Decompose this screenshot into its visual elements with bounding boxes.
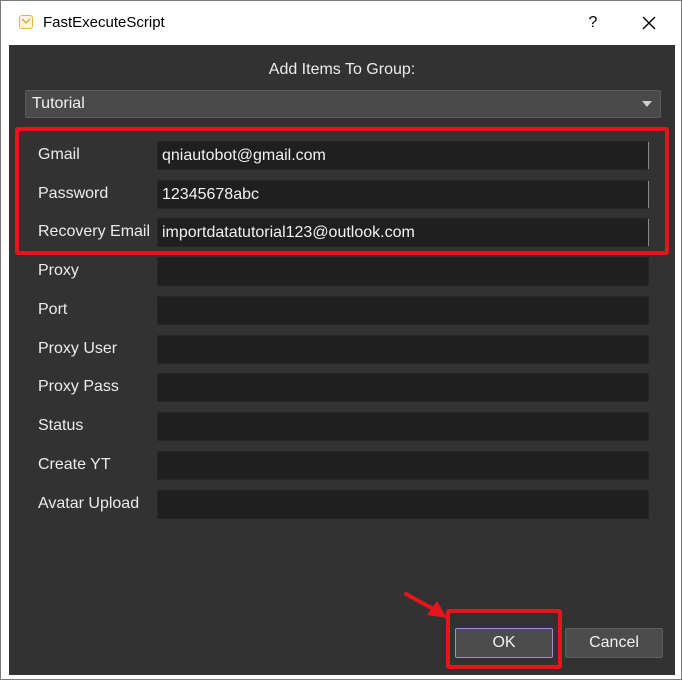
group-select-value: Tutorial (32, 95, 85, 112)
avatar-upload-label: Avatar Upload (38, 495, 140, 512)
group-select[interactable]: Tutorial (25, 90, 661, 118)
window-title: FastExecuteScript (43, 14, 165, 31)
create-yt-label: Create YT (38, 456, 111, 473)
proxy-input[interactable] (157, 257, 649, 286)
proxy-user-input[interactable] (157, 335, 649, 364)
proxy-user-label: Proxy User (38, 340, 118, 357)
recovery-email-input[interactable] (157, 218, 649, 247)
field-row-gmail: Gmail (9, 141, 675, 171)
field-row-port: Port (9, 296, 675, 326)
field-row-proxy: Proxy (9, 257, 675, 287)
status-input[interactable] (157, 412, 649, 441)
port-label: Port (38, 301, 68, 318)
proxy-pass-input[interactable] (157, 373, 649, 402)
dialog-window: FastExecuteScript ? Add Items To Group: … (0, 0, 682, 680)
help-icon[interactable]: ? (579, 9, 607, 37)
annotation-arrow-icon (404, 592, 447, 618)
field-row-status: Status (9, 412, 675, 442)
field-row-proxy-pass: Proxy Pass (9, 373, 675, 403)
title-bar: FastExecuteScript ? (1, 1, 681, 45)
chevron-down-icon (642, 101, 652, 107)
create-yt-input[interactable] (157, 451, 649, 480)
field-row-password: Password (9, 180, 675, 210)
proxy-label: Proxy (38, 262, 79, 279)
status-label: Status (38, 417, 84, 434)
field-row-recovery-email: Recovery Email (9, 218, 675, 248)
mail-app-icon (19, 15, 33, 29)
recovery-email-label: Recovery Email (38, 223, 151, 240)
field-row-proxy-user: Proxy User (9, 335, 675, 365)
gmail-label: Gmail (38, 146, 80, 163)
password-label: Password (38, 185, 109, 202)
gmail-input[interactable] (157, 141, 649, 170)
field-row-avatar-upload: Avatar Upload (9, 490, 675, 520)
field-row-create-yt: Create YT (9, 451, 675, 481)
password-input[interactable] (157, 180, 649, 209)
port-input[interactable] (157, 296, 649, 325)
ok-button[interactable]: OK (455, 628, 553, 658)
close-icon[interactable] (635, 9, 663, 37)
dialog-body: Add Items To Group: Tutorial Gmail Passw… (9, 45, 675, 675)
avatar-upload-input[interactable] (157, 490, 649, 519)
proxy-pass-label: Proxy Pass (38, 378, 119, 395)
cancel-button[interactable]: Cancel (565, 628, 663, 658)
dialog-heading: Add Items To Group: (268, 61, 416, 78)
